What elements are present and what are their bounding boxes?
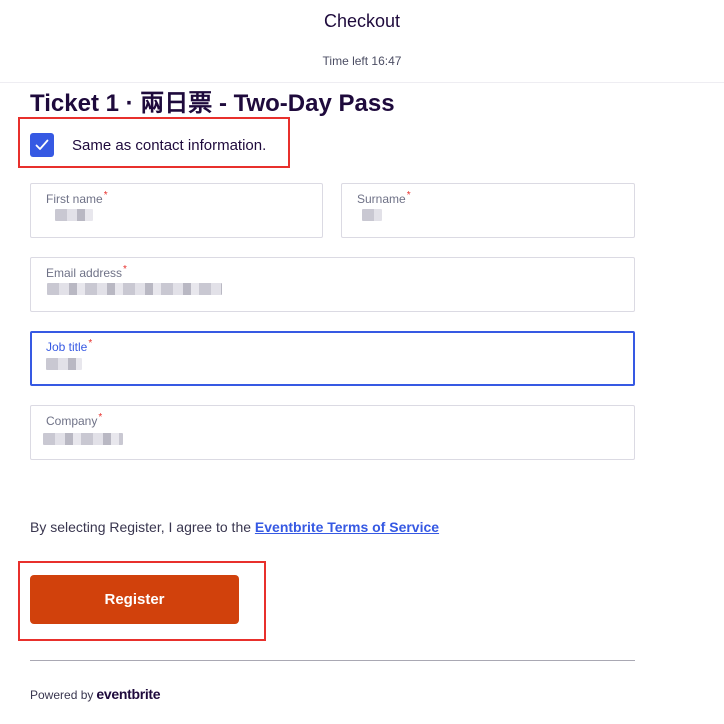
required-marker: *	[98, 412, 103, 423]
first-name-field[interactable]: First name*	[30, 183, 323, 238]
first-name-label: First name	[46, 192, 103, 206]
job-title-field[interactable]: Job title*	[30, 331, 635, 386]
redacted-value	[43, 433, 123, 445]
agreement-prefix: By selecting Register, I agree to the	[30, 519, 255, 535]
required-marker: *	[88, 338, 93, 349]
checkout-header: Checkout Time left 16:47	[0, 0, 724, 83]
redacted-value	[55, 209, 93, 221]
email-address-label: Email address	[46, 266, 123, 280]
required-marker: *	[123, 264, 127, 275]
surname-label: Surname	[357, 192, 406, 206]
ticket-title: Ticket 1 · 兩日票 - Two-Day Pass	[30, 90, 395, 117]
checkmark-icon	[35, 139, 49, 150]
redacted-value	[47, 283, 222, 295]
powered-by-footer: Powered by eventbrite	[30, 686, 161, 702]
job-title-label: Job title	[46, 340, 88, 354]
terms-agreement-text: By selecting Register, I agree to the Ev…	[30, 519, 439, 535]
page-title: Checkout	[323, 11, 401, 31]
required-marker: *	[406, 190, 411, 201]
terms-of-service-link[interactable]: Eventbrite Terms of Service	[255, 519, 439, 535]
redacted-value	[46, 358, 82, 370]
powered-by-label: Powered by	[30, 688, 94, 702]
redacted-value	[362, 209, 382, 221]
footer-divider	[30, 660, 635, 661]
surname-field[interactable]: Surname*	[341, 183, 635, 238]
same-as-contact-row[interactable]: Same as contact information.	[30, 132, 266, 158]
register-button[interactable]: Register	[30, 575, 239, 624]
eventbrite-logo: eventbrite	[96, 686, 161, 702]
time-left-label: Time left 16:47	[322, 54, 402, 68]
required-marker: *	[103, 190, 108, 201]
company-field[interactable]: Company*	[30, 405, 635, 460]
email-address-field[interactable]: Email address*	[30, 257, 635, 312]
company-label: Company	[46, 414, 98, 428]
same-as-contact-checkbox[interactable]	[30, 133, 54, 157]
same-as-contact-label: Same as contact information.	[72, 136, 267, 154]
